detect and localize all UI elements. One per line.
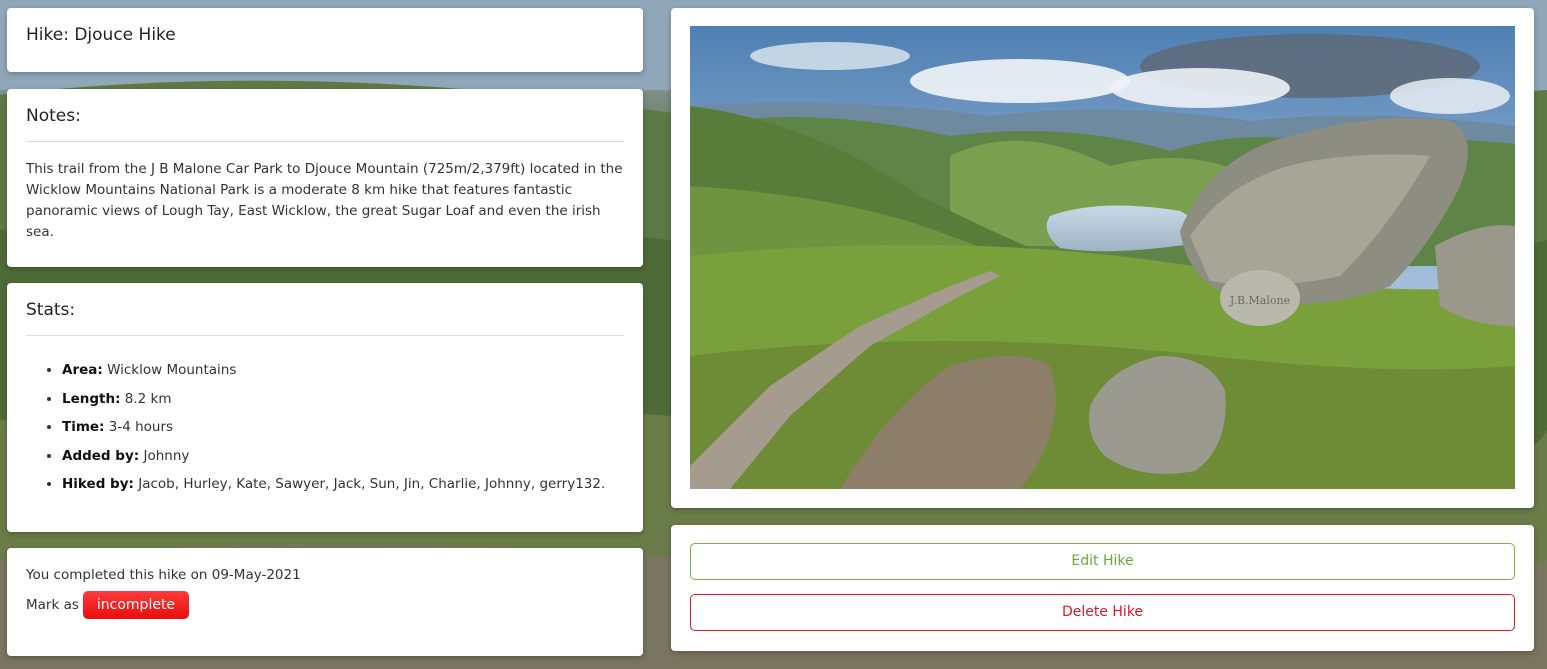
stats-heading: Stats:	[26, 283, 624, 336]
stat-hiked-by: Hiked by: Jacob, Hurley, Kate, Sawyer, J…	[62, 470, 624, 499]
stats-list: Area: Wicklow Mountains Length: 8.2 km T…	[7, 336, 643, 499]
stat-label: Added by:	[62, 447, 140, 464]
stat-area: Area: Wicklow Mountains	[62, 356, 624, 385]
delete-hike-button[interactable]: Delete Hike	[690, 594, 1515, 631]
stat-label: Hiked by:	[62, 476, 134, 492]
stat-value: Wicklow Mountains	[107, 362, 237, 378]
mark-as-label: Mark as	[26, 597, 79, 613]
mark-incomplete-button[interactable]: incomplete	[82, 591, 190, 619]
notes-text: This trail from the J B Malone Car Park …	[26, 161, 623, 240]
hike-photo: J.B.Malone	[690, 26, 1515, 489]
mark-row: Mark as incomplete	[26, 591, 624, 619]
actions-card: Edit Hike Delete Hike	[671, 525, 1534, 651]
stat-label: Length:	[62, 390, 121, 407]
stat-value: Johnny	[143, 447, 190, 464]
notes-card: Notes: This trail from the J B Malone Ca…	[7, 89, 643, 267]
stat-value: 3-4 hours	[108, 419, 174, 435]
page-title: Hike: Djouce Hike	[26, 25, 176, 45]
stat-value: 8.2 km	[124, 390, 172, 407]
completion-card: You completed this hike on 09-May-2021 M…	[7, 548, 643, 656]
edit-hike-button[interactable]: Edit Hike	[690, 543, 1515, 580]
stat-label: Time:	[62, 419, 105, 435]
stat-time: Time: 3-4 hours	[62, 413, 624, 442]
completion-message: You completed this hike on 09-May-2021	[26, 567, 301, 583]
stats-card: Stats: Area: Wicklow Mountains Length: 8…	[7, 283, 643, 532]
hike-title-card: Hike: Djouce Hike	[7, 8, 643, 72]
stat-value: Jacob, Hurley, Kate, Sawyer, Jack, Sun, …	[138, 476, 606, 492]
stat-length: Length: 8.2 km	[62, 385, 624, 414]
notes-heading: Notes:	[26, 89, 624, 142]
stone-engraving: J.B.Malone	[1229, 294, 1290, 307]
stat-label: Area:	[62, 362, 103, 378]
stat-added-by: Added by: Johnny	[62, 442, 624, 471]
hike-image-card: J.B.Malone	[671, 8, 1534, 508]
hike-photo-illustration: J.B.Malone	[690, 26, 1515, 489]
